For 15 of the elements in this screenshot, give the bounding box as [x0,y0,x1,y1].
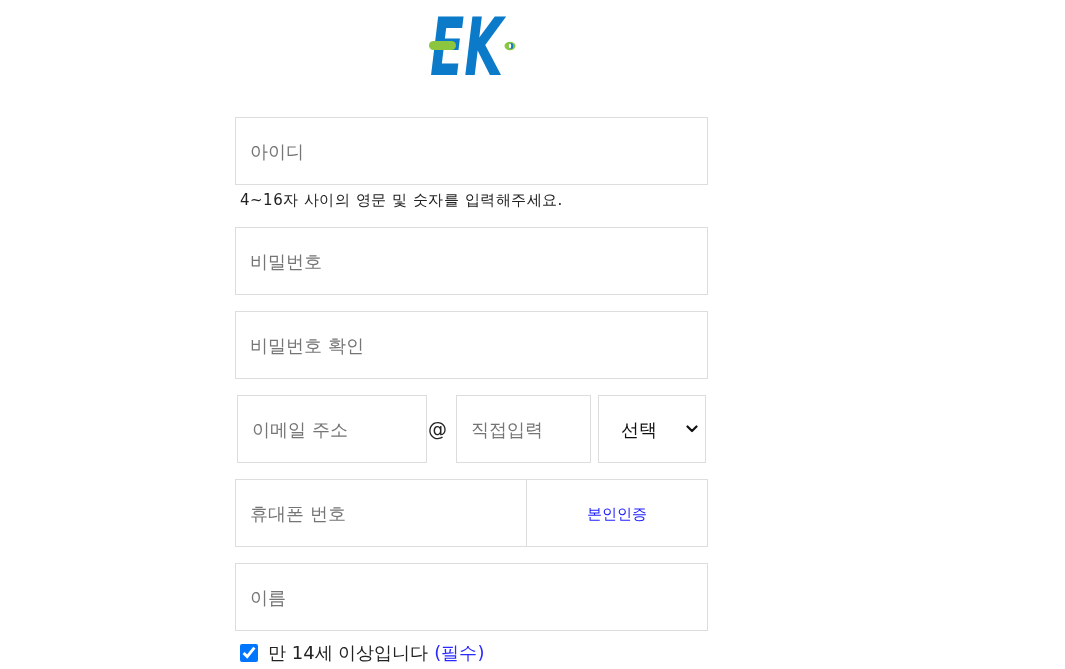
domain-field[interactable]: 직접입력 [456,395,591,463]
email-field[interactable]: 이메일 주소 [237,395,427,463]
domain-select[interactable]: 선택 [598,395,706,463]
at-sign: @ [428,417,447,441]
phone-field[interactable]: 휴대폰 번호 [235,479,527,547]
input-field[interactable]: 이름 [235,563,708,631]
input-field[interactable]: 아이디 [235,117,708,185]
verify-button[interactable]: 본인인증 [527,479,708,547]
checkbox[interactable] [240,644,258,662]
chevron-down-icon [686,425,698,433]
checkbox-label: 만 14세 이상입니다 [268,643,429,663]
input-field[interactable]: 비밀번호 확인 [235,311,708,379]
required-mark: (필수) [434,643,485,663]
hint-text: 4~16자 사이의 영문 및 숫자를 입력해주세요. [239,190,563,211]
input-field[interactable]: 비밀번호 [235,227,708,295]
